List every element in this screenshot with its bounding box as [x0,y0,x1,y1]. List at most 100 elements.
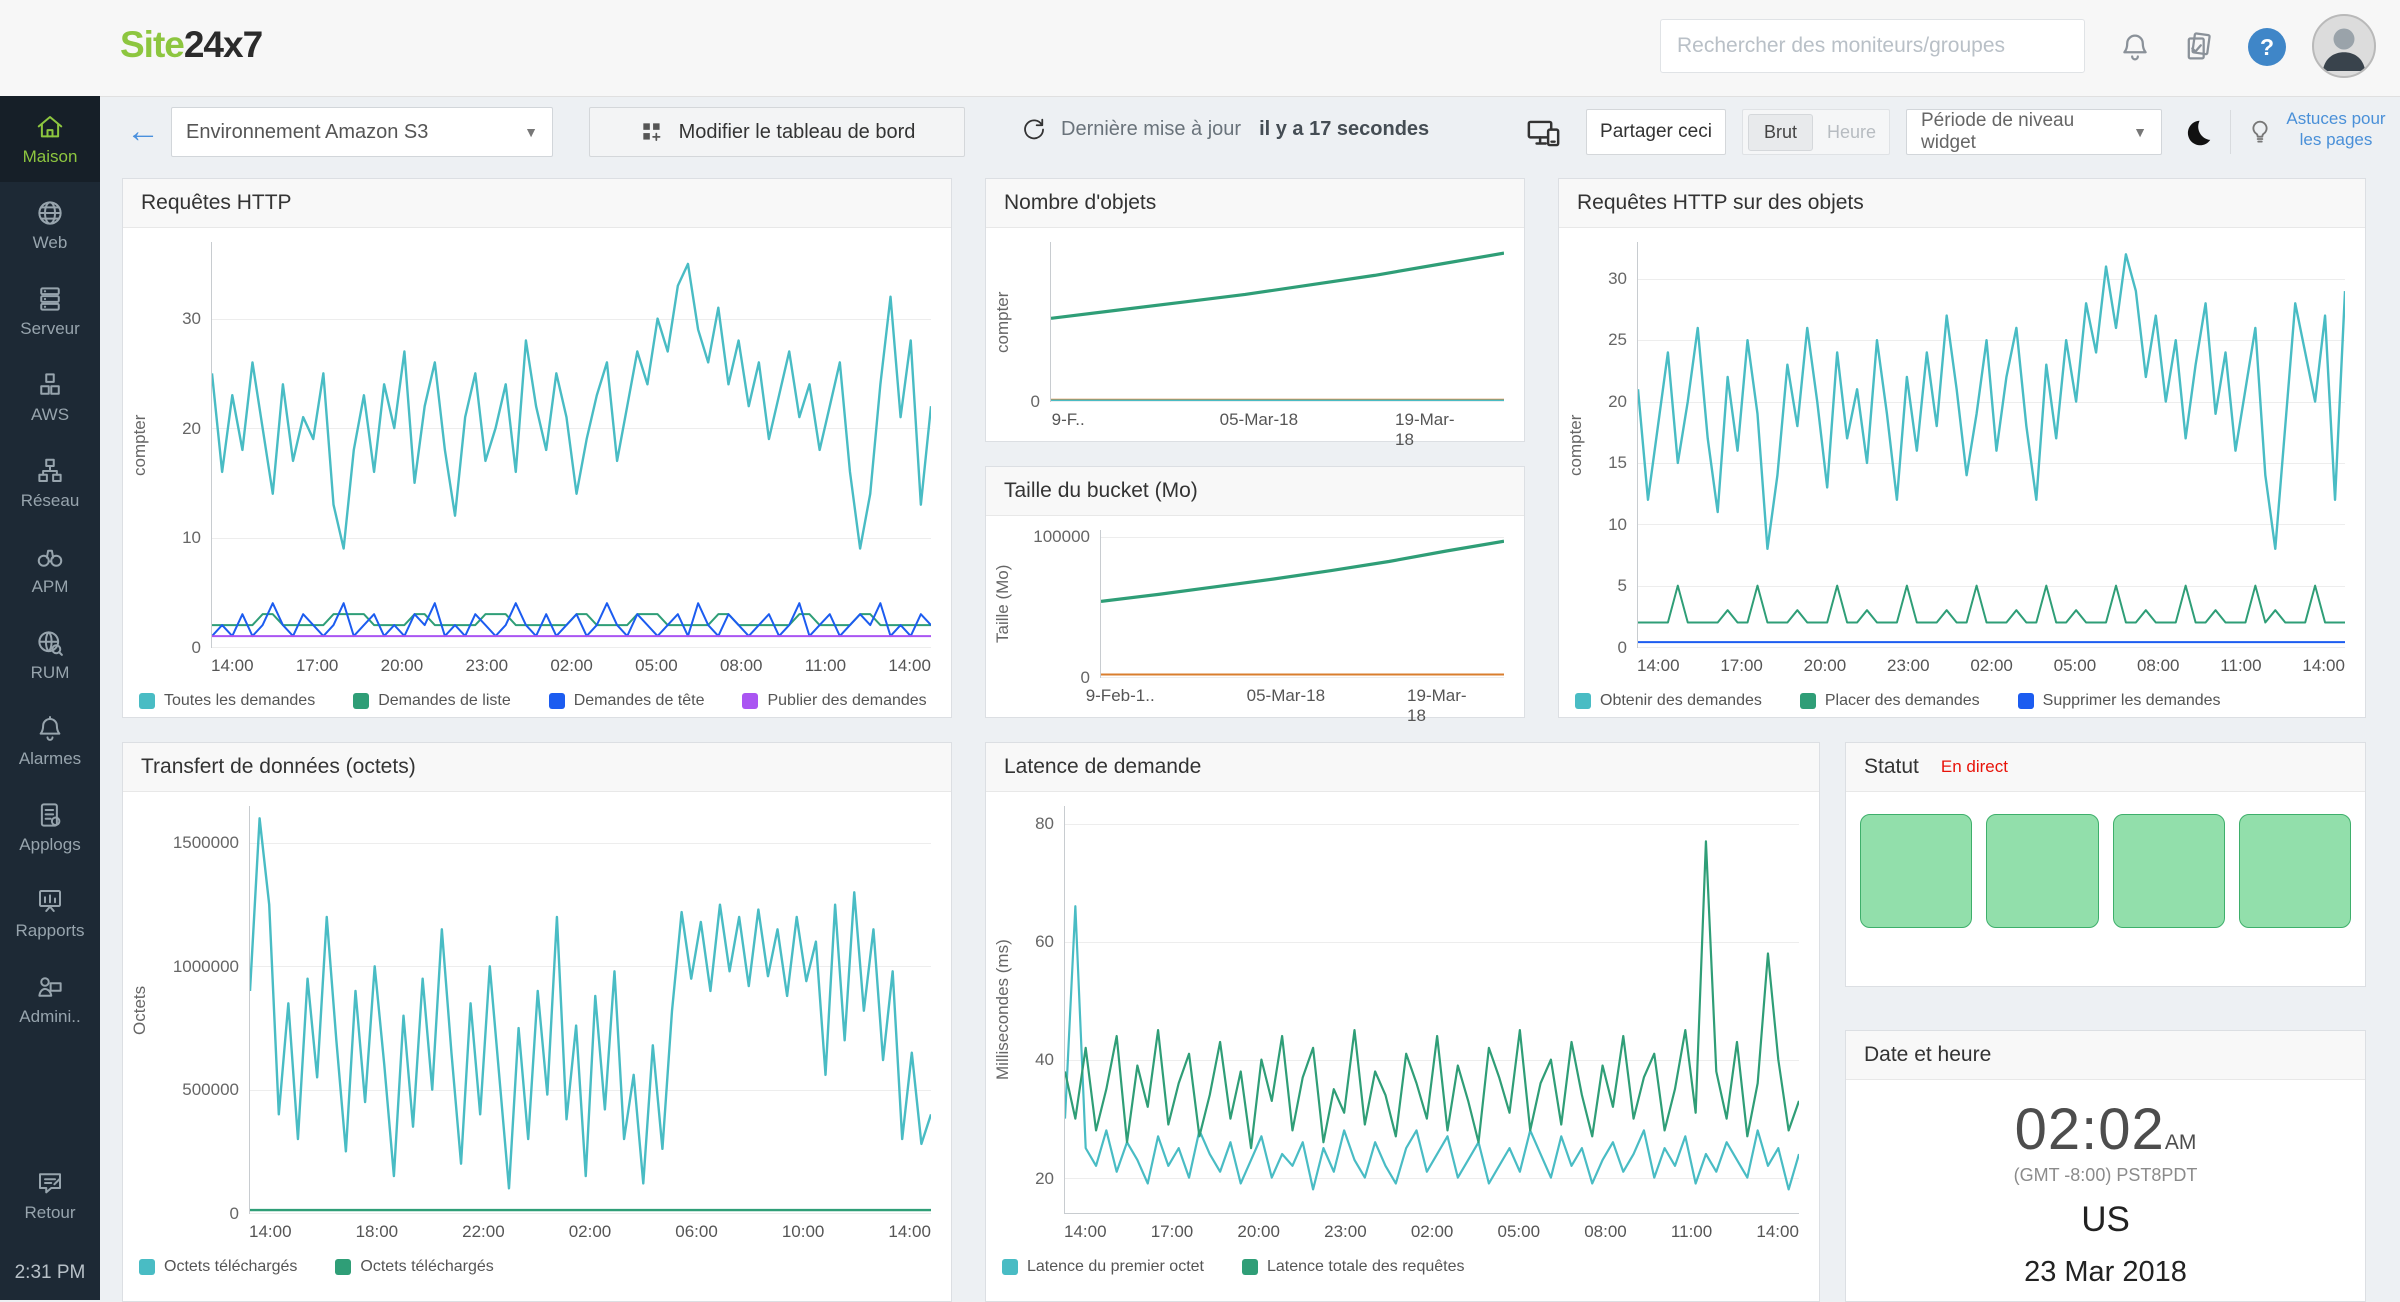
chart-legend: Octets téléchargésOctets téléchargés [127,1248,931,1278]
y-axis-ticks: 0 [1016,242,1050,402]
status-tile[interactable] [2113,814,2225,928]
y-axis-label: Octets [127,806,153,1214]
avatar[interactable] [2312,14,2376,78]
page-tips-link[interactable]: Astuces pour les pages [2276,108,2396,150]
rum-icon [35,628,65,658]
legend-item: Demandes de liste [353,692,511,710]
site24x7-logo: Site24x7 [120,24,262,66]
widget-period-select[interactable]: Période de niveau widget ▼ [1906,109,2162,155]
sidebar-item-rapports[interactable]: Rapports [0,870,100,956]
legend-swatch [742,693,758,709]
x-tick-label: 9-F.. [1052,410,1085,430]
share-button[interactable]: Partager ceci [1586,109,1726,155]
expand-icon[interactable] [46,30,82,66]
sidebar-item-serveur[interactable]: Serveur [0,268,100,354]
y-tick-label: 500000 [182,1080,239,1100]
sidebar-item-rseau[interactable]: Réseau [0,440,100,526]
notifications-bell-icon[interactable] [2118,30,2152,64]
legend-item: Latence du premier octet [1002,1258,1204,1276]
legend-label: Demandes de tête [574,692,705,710]
y-tick-label: 30 [1608,269,1627,289]
chart-legend: Toutes les demandesDemandes de listeDema… [127,682,931,712]
legend-label: Octets téléchargés [360,1258,493,1276]
clock-time: 02:02 [2015,1097,2165,1162]
panel-http-object-requests: Requêtes HTTP sur des objets compter0510… [1558,178,2366,718]
series-line [1638,586,2345,623]
sidebar-item-applogs[interactable]: Applogs [0,784,100,870]
status-tile[interactable] [2239,814,2351,928]
help-icon[interactable]: ? [2248,28,2286,66]
sidebar-item-label: Serveur [20,319,80,339]
x-tick-label: 08:00 [2137,656,2180,682]
sidebar-item-label: Réseau [21,491,80,511]
legend-item: Obtenir des demandes [1575,692,1762,710]
toggle-raw[interactable]: Brut [1748,114,1813,151]
sidebar-item-label: Alarmes [19,749,81,769]
bulb-icon [2246,118,2274,146]
sidebar-item-aws[interactable]: AWS [0,354,100,440]
tasks-icon[interactable] [2182,30,2216,64]
panel-title: Requêtes HTTP sur des objets [1577,179,1864,227]
panel-title: Latence de demande [1004,743,1201,791]
y-tick-label: 10 [1608,515,1627,535]
back-arrow-icon[interactable]: ← [126,111,160,151]
y-tick-label: 25 [1608,330,1627,350]
panel-title: Statut [1864,743,1919,791]
x-axis-labels: 9-F..05-Mar-1819-Mar-18 [1050,402,1504,436]
sidebar-item-label: Rapports [16,921,85,941]
x-tick-label: 23:00 [1324,1222,1367,1248]
sidebar-item-alarmes[interactable]: Alarmes [0,698,100,784]
x-tick-label: 20:00 [1804,656,1847,682]
x-tick-label: 05-Mar-18 [1220,410,1298,430]
y-tick-label: 5 [1618,576,1627,596]
status-tile[interactable] [1860,814,1972,928]
y-tick-label: 80 [1035,814,1054,834]
dashboard-select[interactable]: Environnement Amazon S3 ▼ [171,107,553,157]
logs-icon [35,800,65,830]
sidebar-item-retour[interactable]: Retour [0,1152,100,1252]
sidebar-item-web[interactable]: Web [0,182,100,268]
search-input[interactable] [1660,19,2085,73]
clock-region: US [1846,1200,2365,1240]
x-tick-label: 14:00 [888,1222,931,1248]
series-line [1065,841,1799,1148]
panel-title: Date et heure [1864,1031,1991,1079]
x-axis-labels: 14:0017:0020:0023:0002:0005:0008:0011:00… [1637,648,2345,682]
x-tick-label: 14:00 [2302,656,2345,682]
x-tick-label: 17:00 [296,656,339,682]
edit-dashboard-label: Modifier le tableau de bord [679,121,916,144]
x-tick-label: 20:00 [1237,1222,1280,1248]
sidebar-item-apm[interactable]: APM [0,526,100,612]
sidebar-item-admini[interactable]: Admini.. [0,956,100,1042]
status-tile[interactable] [1986,814,2098,928]
dashboard-select-value: Environnement Amazon S3 [186,121,428,144]
y-axis-ticks: 051015202530 [1589,242,1637,648]
legend-swatch [1575,693,1591,709]
refresh-icon [1020,116,1047,143]
logo-text-24x7: 24x7 [184,24,262,65]
edit-dashboard-icon [639,119,665,145]
y-tick-label: 0 [1618,638,1627,658]
sidebar-item-label: AWS [31,405,69,425]
plot-area [211,242,931,648]
y-tick-label: 0 [1031,392,1040,412]
dark-mode-moon-icon[interactable] [2182,117,2214,149]
legend-item: Octets téléchargés [335,1258,493,1276]
bulb-icon [2246,118,2274,146]
sidebar-item-rum[interactable]: RUM [0,612,100,698]
devices-icon[interactable] [1525,115,1562,152]
sidebar-item-maison[interactable]: Maison [0,96,100,182]
y-axis-ticks: 0102030 [153,242,211,648]
series-line [250,818,931,1188]
bucket-size-chart: Taille (Mo)01000009-Feb-1..05-Mar-1819-M… [986,516,1524,718]
x-tick-label: 06:00 [675,1222,718,1248]
legend-swatch [335,1259,351,1275]
edit-dashboard-button[interactable]: Modifier le tableau de bord [589,107,965,157]
legend-swatch [1002,1259,1018,1275]
x-tick-label: 05-Mar-18 [1247,686,1325,706]
legend-item: Latence totale des requêtes [1242,1258,1464,1276]
refresh-icon[interactable] [1020,116,1047,143]
moon-icon [2182,117,2214,149]
toggle-hour[interactable]: Heure [1813,115,1890,150]
x-tick-label: 22:00 [462,1222,505,1248]
